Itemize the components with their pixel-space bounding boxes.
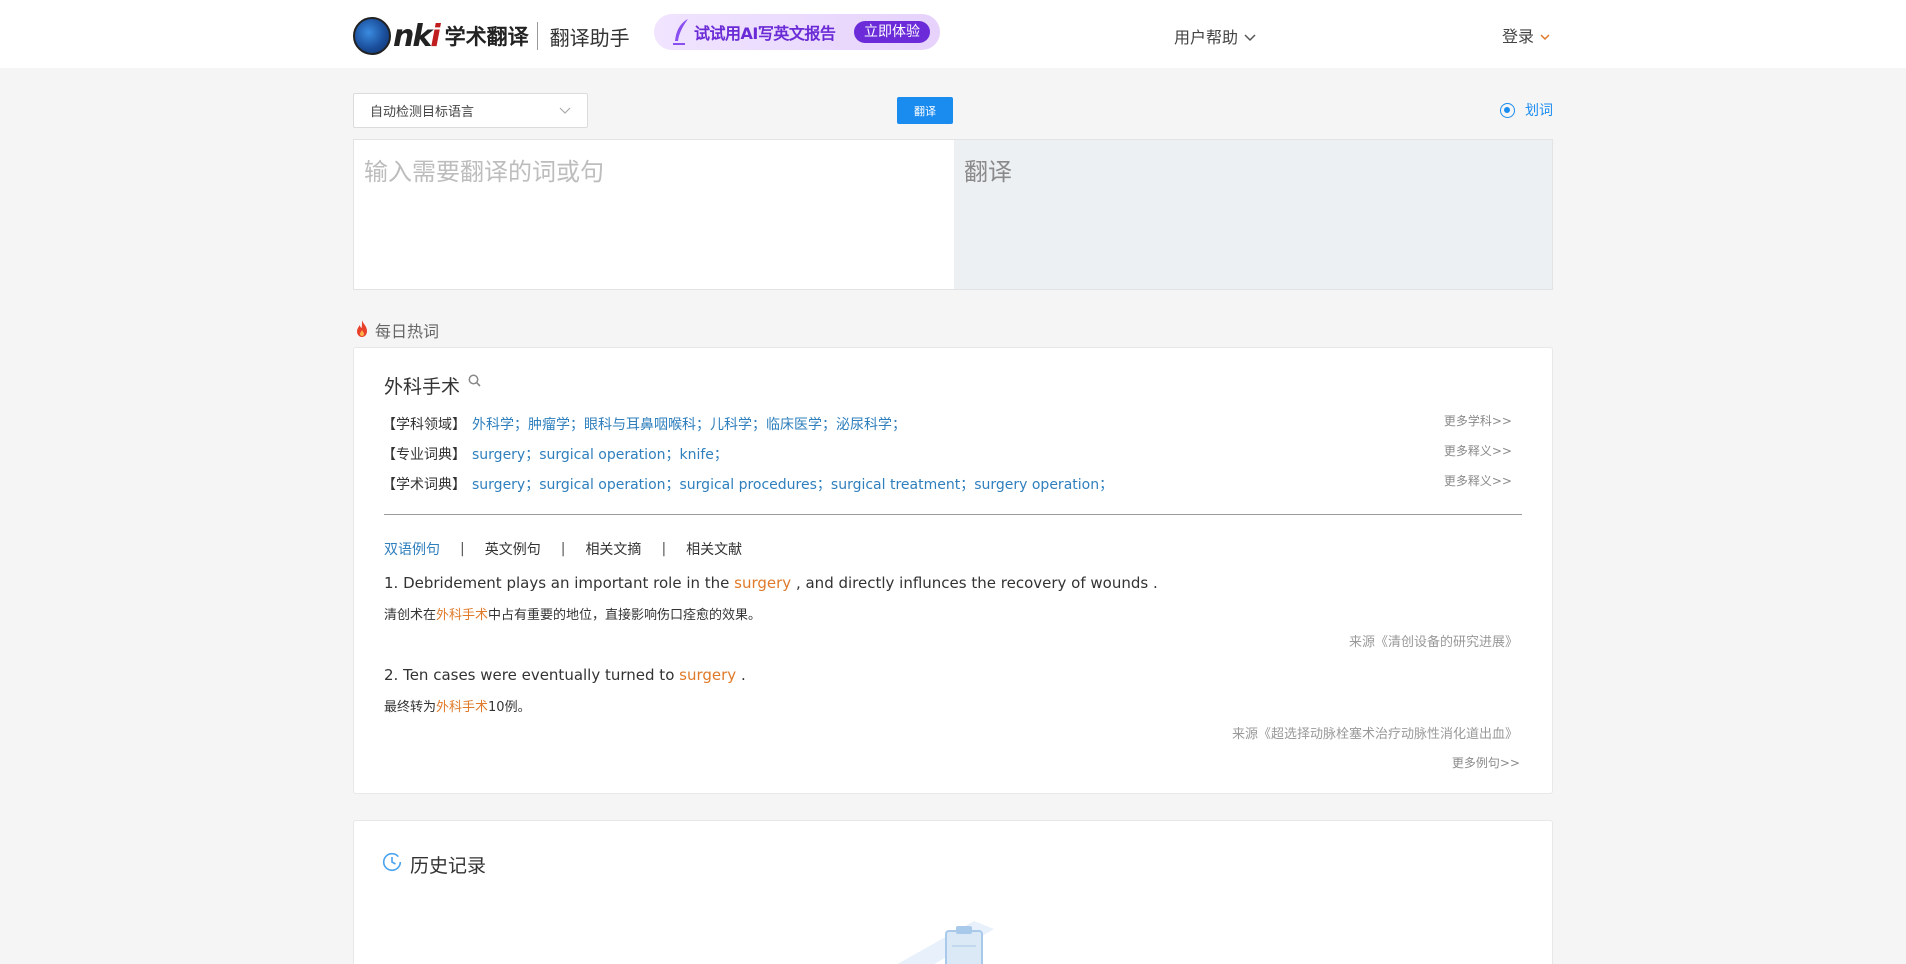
tab-separator: | [661, 541, 667, 557]
top-header: nki 学术翻译 翻译助手 试试用AI写英文报告 立即体验 用户帮助 登录 [0, 0, 1906, 68]
login-label: 登录 [1502, 27, 1535, 46]
academic-dict-values[interactable]: surgery；surgical operation；surgical proc… [472, 474, 1113, 494]
example-text: 2. Ten cases were eventually turned to [384, 666, 680, 684]
globe-logo-icon [353, 17, 391, 55]
tab-separator: | [460, 541, 465, 557]
highlighted-term: surgery [734, 574, 792, 592]
user-help-label: 用户帮助 [1174, 28, 1239, 47]
example-text: 中占有重要的地位，直接影响伤口痊愈的效果。 [488, 608, 762, 623]
chevron-down-icon [559, 103, 571, 118]
daily-hot-card: 外科手术 【学科领域】 外科学；肿瘤学；眼科与耳鼻咽喉科；儿科学；临床医学；泌尿… [353, 347, 1553, 794]
more-definitions-link[interactable]: 更多释义>> [1444, 442, 1512, 459]
example-text: 清创术在 [384, 608, 437, 623]
example-sentence-zh: 最终转为外科手术10例。 [384, 696, 531, 715]
daily-hot-title: 每日热词 [375, 322, 440, 341]
academic-dict-row: 【学术词典】 surgery；surgical operation；surgic… [382, 474, 1113, 494]
user-help-menu[interactable]: 用户帮助 [1174, 24, 1256, 48]
example-text: 最终转为 [384, 700, 437, 715]
ai-report-promo-banner[interactable]: 试试用AI写英文报告 立即体验 [654, 14, 940, 50]
example-sentence-en: 2. Ten cases were eventually turned to s… [384, 666, 746, 684]
quill-icon [670, 17, 692, 47]
professional-dict-values[interactable]: surgery；surgical operation；knife； [472, 444, 728, 464]
try-now-button[interactable]: 立即体验 [854, 21, 930, 43]
history-title: 历史记录 [410, 855, 487, 877]
more-definitions-link[interactable]: 更多释义>> [1444, 472, 1512, 489]
example-source-link[interactable]: 来源《超选择动脉栓塞术治疗动脉性消化道出血》 [1232, 723, 1518, 742]
highlighted-term: 外科手术 [436, 700, 489, 715]
search-icon[interactable] [468, 372, 481, 391]
tab-related-literature[interactable]: 相关文献 [686, 539, 742, 559]
cnki-logo[interactable]: nki 学术翻译 翻译助手 [353, 16, 630, 56]
source-text-input[interactable] [354, 140, 954, 289]
hot-word: 外科手术 [384, 376, 461, 398]
history-card: 历史记录 [353, 820, 1553, 964]
more-examples-link[interactable]: 更多例句>> [1452, 754, 1520, 771]
tab-separator: | [560, 541, 566, 557]
target-language-select[interactable]: 自动检测目标语言 [353, 93, 588, 128]
logo-wordmark: nki [393, 18, 441, 54]
word-selection-label: 划词 [1525, 103, 1553, 119]
login-menu[interactable]: 登录 [1502, 23, 1550, 47]
translate-button[interactable]: 翻译 [897, 97, 953, 124]
target-language-value: 自动检测目标语言 [370, 105, 475, 120]
more-subjects-link[interactable]: 更多学科>> [1444, 412, 1512, 429]
example-sentence-zh: 清创术在外科手术中占有重要的地位，直接影响伤口痊愈的效果。 [384, 604, 761, 623]
subject-field-label: 【学科领域】 [382, 417, 466, 433]
promo-text: 试试用AI写英文报告 [694, 24, 836, 43]
subject-field-values[interactable]: 外科学；肿瘤学；眼科与耳鼻咽喉科；儿科学；临床医学；泌尿科学； [472, 414, 906, 434]
hot-word-row: 外科手术 [384, 372, 481, 399]
highlighted-term: surgery [679, 666, 737, 684]
academic-dict-label: 【学术词典】 [382, 477, 466, 493]
subject-field-row: 【学科领域】 外科学；肿瘤学；眼科与耳鼻咽喉科；儿科学；临床医学；泌尿科学； [382, 414, 906, 434]
flame-icon [355, 319, 369, 341]
example-tabs: 双语例句 | 英文例句 | 相关文摘 | 相关文献 [384, 539, 742, 559]
section-divider [384, 514, 1522, 515]
tab-bilingual-examples[interactable]: 双语例句 [384, 539, 440, 559]
professional-dict-row: 【专业词典】 surgery；surgical operation；knife； [382, 444, 728, 464]
professional-dict-label: 【专业词典】 [382, 447, 466, 463]
example-text: 10例。 [488, 700, 531, 715]
tab-related-abstracts[interactable]: 相关文摘 [585, 539, 641, 559]
clock-icon [382, 852, 402, 877]
chevron-down-icon [1244, 27, 1256, 46]
tab-english-examples[interactable]: 英文例句 [485, 539, 541, 559]
example-text: , and directly influnces the recovery of… [791, 574, 1158, 592]
empty-clipboard-illustration [884, 891, 1044, 964]
example-text: . [736, 666, 746, 684]
chevron-down-icon [1540, 26, 1550, 45]
history-heading: 历史记录 [382, 851, 486, 878]
word-selection-toggle[interactable]: 划词 [1500, 100, 1553, 120]
example-text: 1. Debridement plays an important role i… [384, 574, 735, 592]
highlighted-term: 外科手术 [436, 608, 489, 623]
example-source-link[interactable]: 来源《清创设备的研究进展》 [1349, 631, 1518, 650]
translation-output: 翻译 [954, 140, 1552, 289]
translation-panel: 翻译 [353, 139, 1553, 290]
radio-checked-icon[interactable] [1500, 102, 1515, 118]
logo-title: 学术翻译 [444, 25, 529, 49]
example-sentence-en: 1. Debridement plays an important role i… [384, 574, 1158, 592]
daily-hot-heading: 每日热词 [355, 318, 439, 342]
logo-divider [536, 22, 538, 50]
product-name: 翻译助手 [549, 25, 630, 50]
